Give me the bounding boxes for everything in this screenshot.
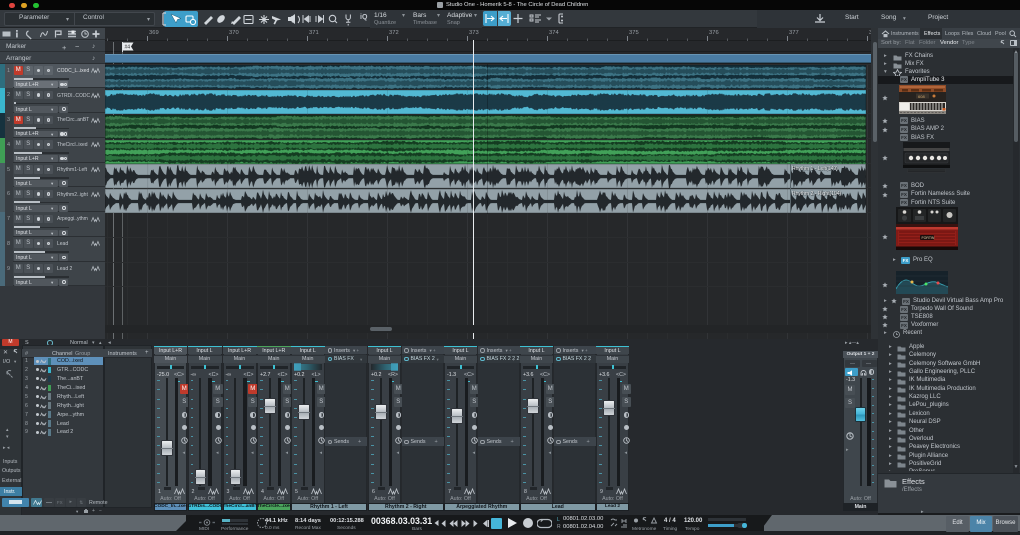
svg-text:608: 608: [918, 94, 925, 99]
svg-text:?: ?: [290, 15, 295, 25]
svg-text:#4: #4: [125, 45, 131, 51]
svg-text:FORTIN: FORTIN: [922, 236, 935, 240]
